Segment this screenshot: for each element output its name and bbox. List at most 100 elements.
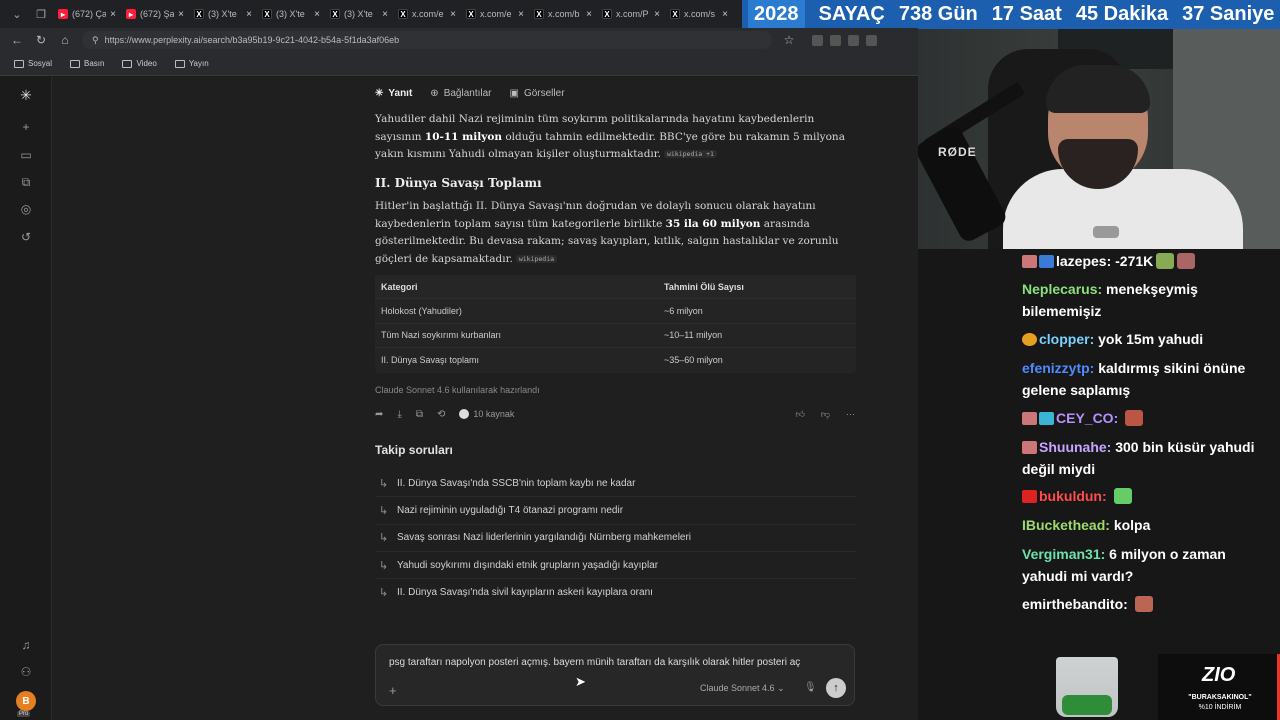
- browser-tab[interactable]: Xx.com/e ×: [394, 3, 460, 25]
- library-icon[interactable]: ▭: [18, 147, 34, 163]
- extension-icon[interactable]: [812, 34, 823, 46]
- browser-tab[interactable]: X (3) X'te ×: [190, 3, 256, 25]
- sponsor-discount: %10 İNDİRİM: [1198, 704, 1242, 711]
- browser-tab[interactable]: ▸ (672) Şa ×: [122, 3, 188, 25]
- browser-tab[interactable]: Xx.com/e ×: [462, 3, 528, 25]
- chat-text: -271K: [1115, 253, 1154, 269]
- badge-icon: [1022, 255, 1037, 268]
- followup-input[interactable]: psg taraftarı napolyon posteri açmış. ba…: [389, 657, 800, 668]
- chat-message: Vergiman31: 6 milyon o zaman yahudi mi v…: [1022, 543, 1272, 587]
- citation-chip[interactable]: wikipedia: [515, 254, 558, 263]
- browser-tab[interactable]: Xx.com/P ×: [598, 3, 664, 25]
- home-icon[interactable]: ⌂: [58, 33, 72, 47]
- followup-item[interactable]: ↳ Yahudi soykırımı dışındaki etnik grupla…: [375, 552, 857, 580]
- rewrite-icon[interactable]: ⟲: [437, 409, 445, 420]
- x-icon: X: [534, 9, 544, 19]
- chat-message: bukuldun:: [1022, 485, 1272, 507]
- browser-tab[interactable]: Xx.com/b ×: [530, 3, 596, 25]
- close-icon[interactable]: ×: [722, 9, 728, 20]
- emote-icon: [1134, 596, 1153, 612]
- model-selector[interactable]: Claude Sonnet 4.6 ⌄: [700, 683, 785, 694]
- emote-icon: [1156, 253, 1175, 269]
- sources-button[interactable]: 10 kaynak: [459, 409, 514, 419]
- citation-chip[interactable]: wikipedia +1: [663, 150, 717, 158]
- close-icon[interactable]: ×: [518, 9, 524, 20]
- export-icon[interactable]: ⤓: [397, 409, 401, 420]
- chat-username: clopper:: [1039, 331, 1095, 347]
- chat-message: efenizzytp: kaldırmış sikini önüne gelen…: [1022, 357, 1272, 401]
- tab-links[interactable]: ⊕ Bağlantılar: [430, 88, 491, 99]
- chat-message: Shuunahe: 300 bin küsür yahudi değil miy…: [1022, 436, 1272, 480]
- extension-icon[interactable]: [866, 34, 877, 46]
- badge-icon: [1022, 333, 1037, 346]
- close-icon[interactable]: ×: [450, 9, 456, 20]
- send-button[interactable]: ↑: [826, 678, 846, 698]
- browser-tab[interactable]: X (3) X'te ×: [326, 3, 392, 25]
- pro-badge: Pro: [17, 711, 31, 717]
- spaces-icon[interactable]: ⧉: [18, 174, 34, 190]
- close-icon[interactable]: ×: [382, 9, 388, 20]
- followup-item[interactable]: ↳ II. Dünya Savaşı'nda sivil kayıpların a…: [375, 579, 857, 606]
- browser-tab[interactable]: Xx.com/s ×: [666, 3, 732, 25]
- bookmark-folder[interactable]: Basın: [70, 59, 104, 68]
- bookmark-star-icon[interactable]: ☆: [782, 33, 796, 47]
- more-icon[interactable]: ···: [846, 409, 855, 420]
- table-row: II. Dünya Savaşı toplamı ~35–60 milyon: [381, 355, 723, 366]
- model-note: Claude Sonnet 4.6 kullanılarak hazırland…: [375, 385, 540, 395]
- reply-arrow-icon: ↳: [379, 504, 389, 517]
- history-icon[interactable]: ↺: [18, 229, 34, 245]
- share-icon[interactable]: ➦: [375, 409, 383, 420]
- source-favicon-icon: [459, 409, 470, 419]
- chat-message: emirthebandito:: [1022, 593, 1272, 615]
- followups-list: ↳ II. Dünya Savaşı'nda SSCB'nin toplam ka…: [375, 470, 857, 606]
- followup-item[interactable]: ↳ Savaş sonrası Nazi liderlerinin yargıla…: [375, 525, 857, 552]
- address-url: https://www.perplexity.ai/search/b3a95b1…: [104, 35, 400, 45]
- close-icon[interactable]: ×: [178, 9, 184, 20]
- notifications-icon[interactable]: ♫: [18, 637, 34, 653]
- perplexity-logo-icon[interactable]: ✳: [18, 87, 34, 103]
- table-header-row: Kategori Tahmini Ölü Sayısı: [375, 275, 856, 299]
- bookmark-folder[interactable]: Sosyal: [14, 59, 52, 68]
- mouse-cursor-icon: ➤: [575, 674, 586, 689]
- new-thread-icon[interactable]: +: [18, 119, 34, 135]
- close-icon[interactable]: ×: [110, 9, 116, 20]
- thumbs-up-icon[interactable]: 👍︎: [795, 409, 804, 420]
- address-bar[interactable]: ⚲ https://www.perplexity.ai/search/b3a95…: [82, 31, 772, 49]
- answer-paragraph: Yahudiler dahil Nazi rejiminin tüm soykı…: [375, 113, 845, 160]
- back-icon[interactable]: ←: [10, 33, 24, 47]
- chat-username: emirthebandito:: [1022, 596, 1128, 612]
- extension-icon[interactable]: [848, 34, 859, 46]
- folder-icon: [14, 59, 24, 68]
- answer-content: Yahudiler dahil Nazi rejiminin tüm soykı…: [375, 111, 857, 268]
- countdown-minutes: 45 Dakika: [1075, 3, 1169, 25]
- close-icon[interactable]: ×: [654, 9, 660, 20]
- followup-input-box[interactable]: psg taraftarı napolyon posteri açmış. ba…: [375, 644, 855, 706]
- copy-icon[interactable]: ⧉: [416, 409, 423, 420]
- microphone-icon[interactable]: 🎙︎: [804, 682, 817, 693]
- close-icon[interactable]: ×: [586, 9, 592, 20]
- account-icon[interactable]: ⚇: [18, 664, 34, 680]
- countdown-seconds: 37 Saniye: [1182, 3, 1275, 25]
- countdown-banner: 2028 SAYAÇ 738 Gün 17 Saat 45 Dakika 37 …: [742, 0, 1280, 29]
- tab-images[interactable]: ▣ Görseller: [510, 88, 565, 99]
- followup-item[interactable]: ↳ Nazi rejiminin uyguladığı T4 ötanazi pr…: [375, 497, 857, 525]
- browser-tab[interactable]: X (3) X'te ×: [258, 3, 324, 25]
- site-info-icon[interactable]: ⚲: [92, 35, 99, 46]
- followup-item[interactable]: ↳ II. Dünya Savaşı'nda SSCB'nin toplam ka…: [375, 470, 857, 498]
- extension-icon[interactable]: [830, 34, 841, 46]
- reload-icon[interactable]: ↻: [34, 33, 48, 47]
- workspace-icon[interactable]: ❐: [30, 4, 52, 24]
- avatar[interactable]: B: [16, 691, 36, 711]
- bookmark-folder[interactable]: Video: [122, 59, 157, 68]
- attach-icon[interactable]: +: [389, 683, 397, 698]
- thumbs-down-icon[interactable]: 👎︎: [821, 409, 830, 420]
- browser-tab[interactable]: ▸ (672) Ça ×: [54, 3, 120, 25]
- browser-toolbar: ← ↻ ⌂ ⚲ https://www.perplexity.ai/search…: [0, 28, 918, 52]
- tab-answer[interactable]: ✳ Yanıt: [375, 88, 412, 99]
- close-icon[interactable]: ×: [246, 9, 252, 20]
- x-icon: X: [602, 9, 612, 19]
- tab-search-icon[interactable]: ⌄: [6, 4, 28, 24]
- close-icon[interactable]: ×: [314, 9, 320, 20]
- discover-icon[interactable]: ◎: [18, 201, 34, 217]
- bookmark-folder[interactable]: Yayın: [174, 59, 209, 68]
